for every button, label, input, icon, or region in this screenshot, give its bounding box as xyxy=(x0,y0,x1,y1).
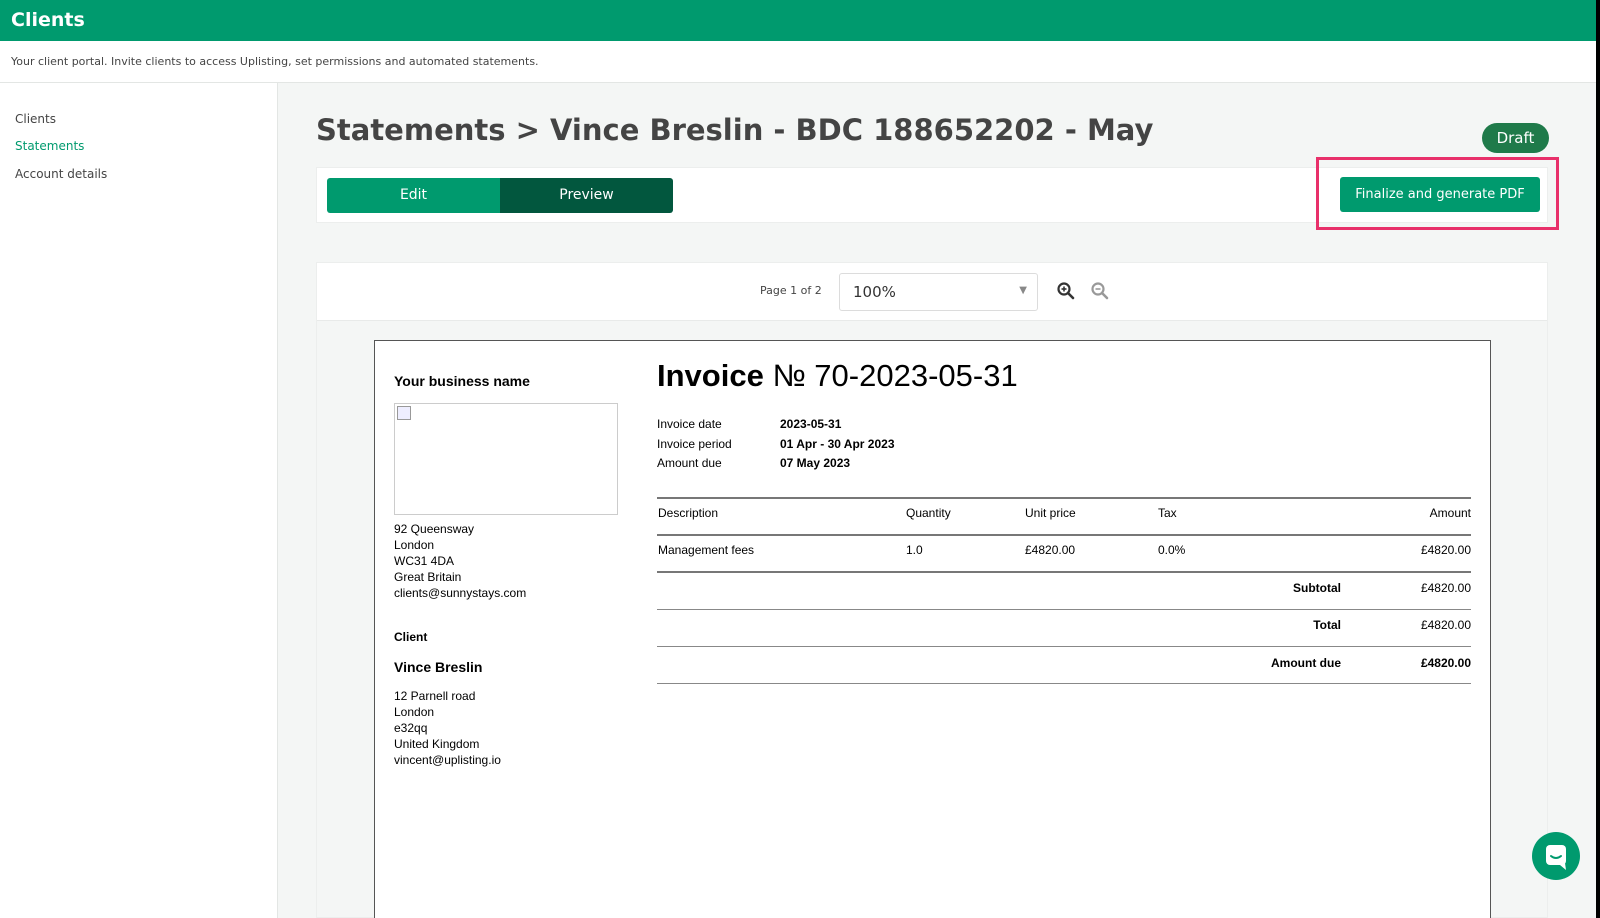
invoice-title: Invoice № 70-2023-05-31 xyxy=(657,358,1018,393)
table-row-quantity: 1.0 xyxy=(906,543,923,557)
table-row-tax: 0.0% xyxy=(1158,543,1186,557)
meta-label: Invoice period xyxy=(657,437,732,451)
table-rule xyxy=(657,683,1471,684)
zoom-value: 100% xyxy=(853,283,896,301)
invoice-page: Your business name 92 Queensway London W… xyxy=(374,340,1491,918)
sidebar-item-clients[interactable]: Clients xyxy=(15,112,56,126)
table-rule xyxy=(657,534,1471,536)
meta-value: 01 Apr - 30 Apr 2023 xyxy=(780,437,895,451)
chat-icon xyxy=(1546,845,1566,870)
table-rule xyxy=(657,609,1471,610)
client-address: 12 Parnell road London e32qq United King… xyxy=(394,689,501,767)
zoom-out-icon[interactable] xyxy=(1090,281,1110,301)
table-rule xyxy=(657,497,1471,499)
tab-preview[interactable]: Preview xyxy=(500,178,673,213)
window-edge xyxy=(1596,0,1600,918)
table-rule xyxy=(657,571,1471,573)
table-rule xyxy=(657,646,1471,647)
sidebar-item-account-details[interactable]: Account details xyxy=(15,167,107,181)
client-heading: Client xyxy=(394,630,428,644)
table-row-unit-price: £4820.00 xyxy=(1025,543,1076,557)
table-row-description: Management fees xyxy=(658,543,755,557)
zoom-select[interactable]: 100% ▼ xyxy=(839,273,1038,311)
header-subtitle: Your client portal. Invite clients to ac… xyxy=(0,41,1600,83)
amount-due-value: £4820.00 xyxy=(1420,656,1471,670)
meta-value: 2023-05-31 xyxy=(780,417,842,431)
broken-image-icon xyxy=(397,406,411,420)
sidebar: Clients Statements Account details xyxy=(0,83,278,918)
meta-label: Invoice date xyxy=(657,417,722,431)
page-indicator: Page 1 of 2 xyxy=(760,284,822,297)
status-badge: Draft xyxy=(1482,123,1549,153)
client-name: Vince Breslin xyxy=(394,659,483,675)
total-label: Total xyxy=(1313,618,1341,632)
chat-launcher-button[interactable] xyxy=(1532,832,1580,880)
business-address: 92 Queensway London WC31 4DA Great Brita… xyxy=(394,522,527,600)
subtotal-value: £4820.00 xyxy=(1420,581,1471,595)
table-row-amount: £4820.00 xyxy=(1420,543,1471,557)
column-header-description: Description xyxy=(658,506,719,520)
column-header-amount: Amount xyxy=(1429,506,1471,520)
column-header-unit-price: Unit price xyxy=(1025,506,1076,520)
finalize-pdf-button[interactable]: Finalize and generate PDF xyxy=(1340,177,1540,212)
meta-label: Amount due xyxy=(657,456,722,470)
tab-edit[interactable]: Edit xyxy=(327,178,500,213)
business-logo xyxy=(394,403,618,515)
total-value: £4820.00 xyxy=(1420,618,1471,632)
meta-value: 07 May 2023 xyxy=(780,456,851,470)
amount-due-label: Amount due xyxy=(1271,656,1341,670)
app-header: Clients xyxy=(0,0,1600,41)
viewer-toolbar: Page 1 of 2 100% ▼ xyxy=(317,263,1547,321)
sidebar-item-statements[interactable]: Statements xyxy=(15,139,84,153)
chevron-down-icon: ▼ xyxy=(1019,285,1027,296)
column-header-tax: Tax xyxy=(1158,506,1177,520)
column-header-quantity: Quantity xyxy=(906,506,951,520)
business-name: Your business name xyxy=(394,373,530,389)
subtotal-label: Subtotal xyxy=(1293,581,1341,595)
zoom-in-icon[interactable] xyxy=(1056,281,1076,301)
app-title: Clients xyxy=(11,9,85,31)
page-title: Statements > Vince Breslin - BDC 1886522… xyxy=(316,113,1154,147)
